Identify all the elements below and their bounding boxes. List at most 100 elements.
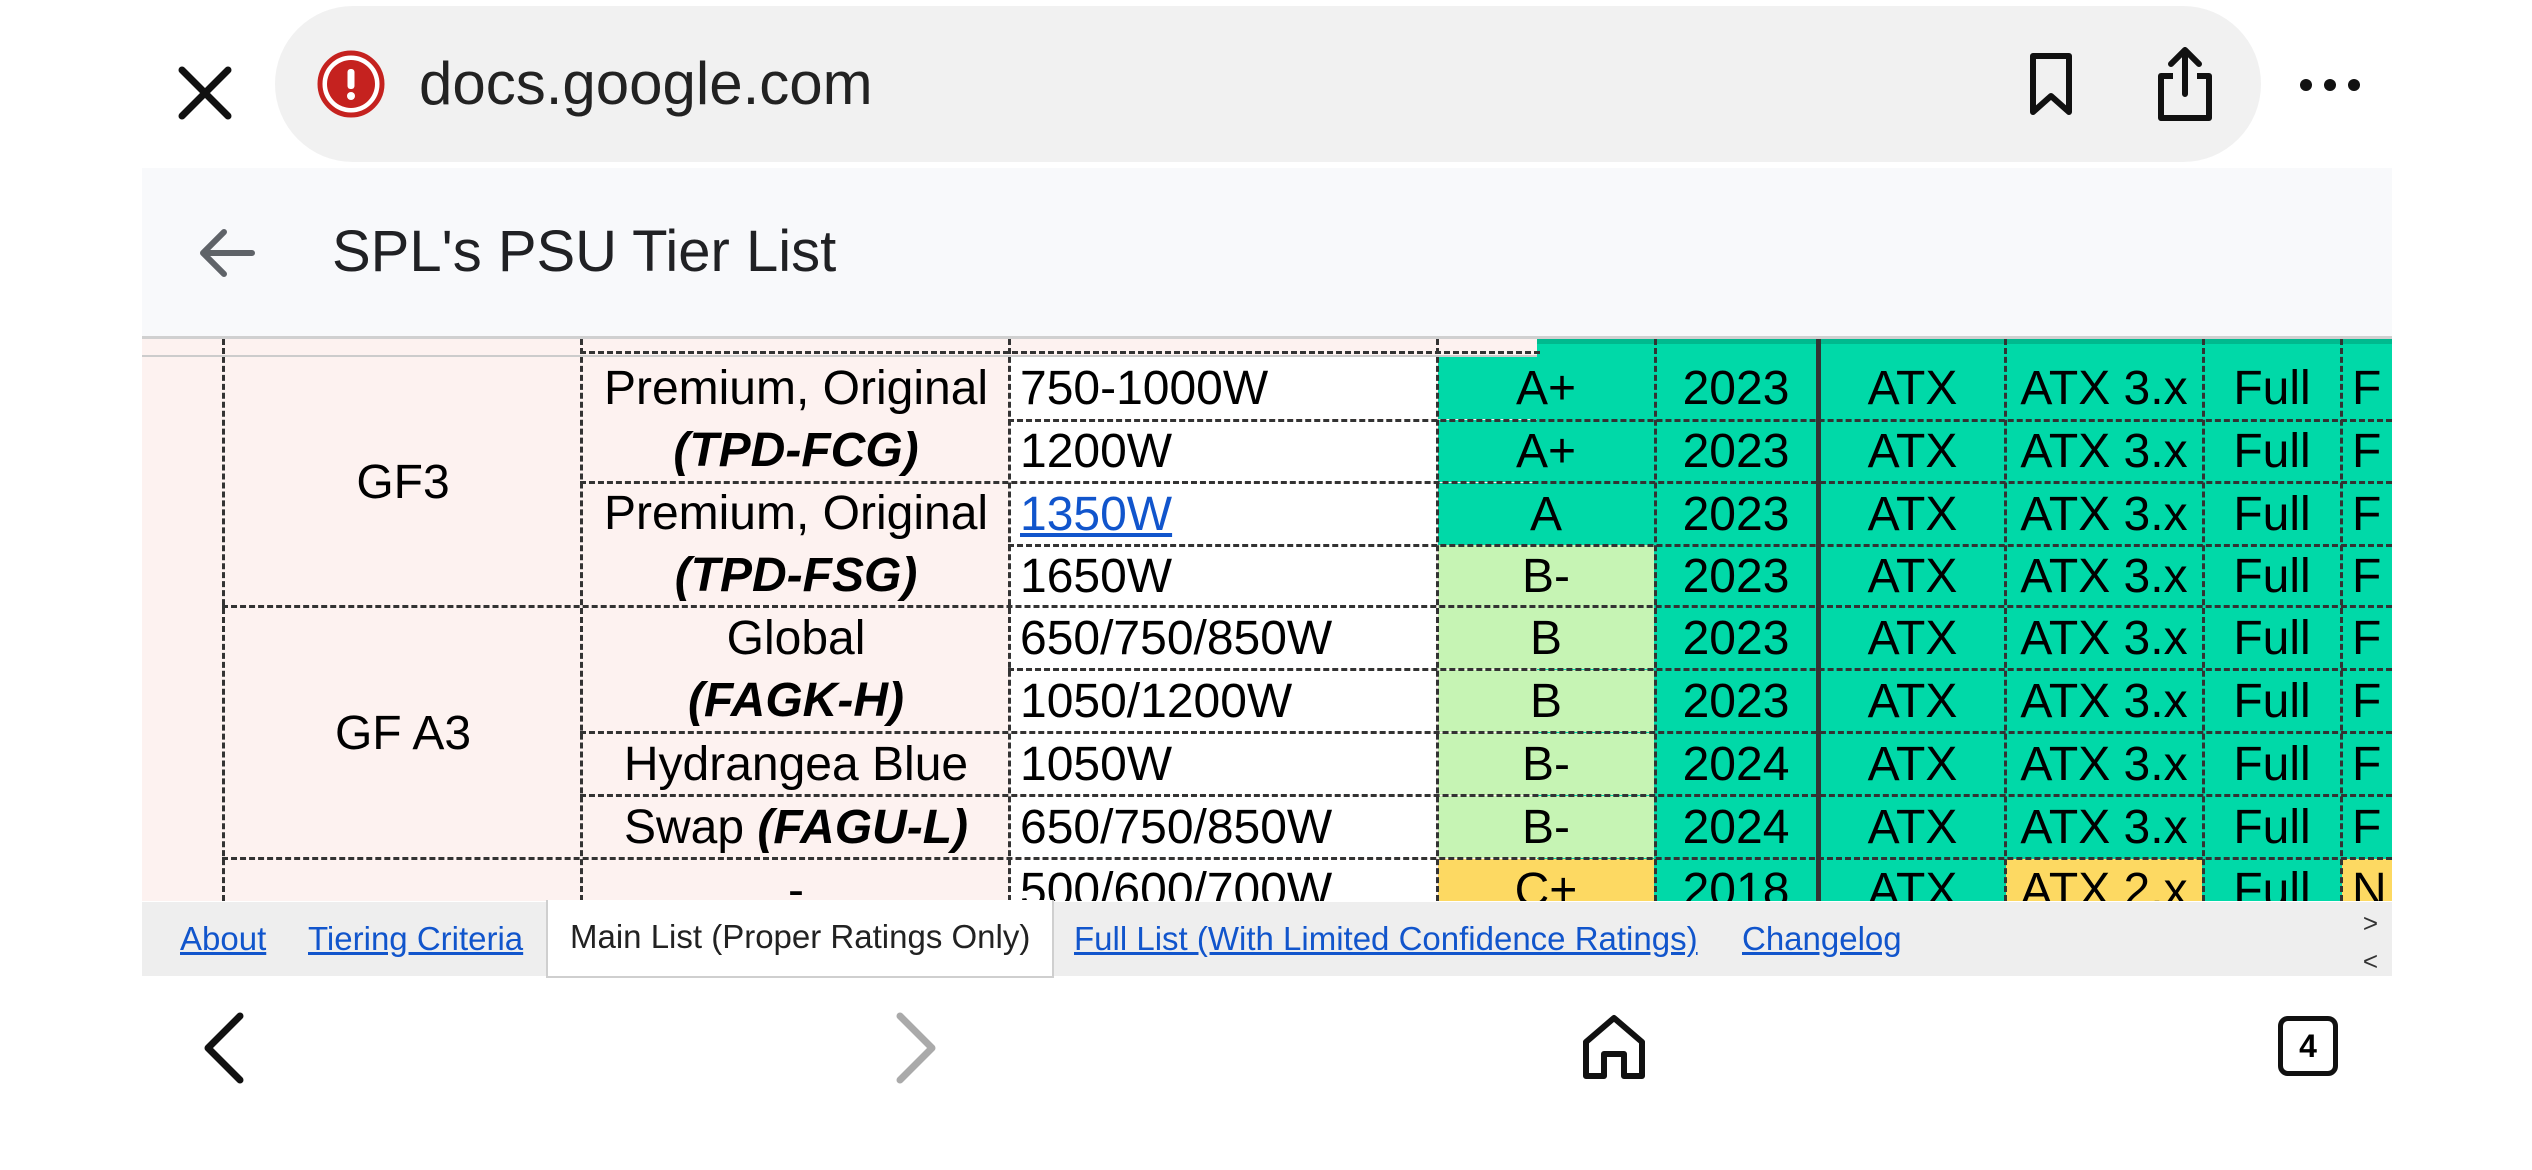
atx-cell[interactable]: ATX 3.x bbox=[2006, 607, 2202, 669]
extra-cell[interactable]: F bbox=[2342, 796, 2392, 858]
year-cell[interactable]: 2024 bbox=[1656, 733, 1816, 795]
atx-cell[interactable]: ATX 3.x bbox=[2006, 483, 2202, 545]
year-cell[interactable]: 2018 bbox=[1656, 859, 1816, 902]
year-cell[interactable]: 2023 bbox=[1656, 545, 1816, 607]
scroll-right-button[interactable]: > bbox=[2363, 908, 2378, 939]
home-icon[interactable] bbox=[1578, 1010, 1650, 1084]
mod-cell[interactable]: Full bbox=[2204, 483, 2340, 545]
wattage-cell[interactable]: 1050W bbox=[1010, 733, 1436, 795]
extra-cell[interactable]: F bbox=[2342, 420, 2392, 482]
tab-about[interactable]: About bbox=[180, 902, 266, 976]
tier-cell[interactable]: B- bbox=[1438, 733, 1654, 795]
close-tab-button[interactable] bbox=[160, 48, 250, 138]
wattage-cell[interactable]: 650/750/850W bbox=[1010, 607, 1436, 669]
back-arrow-icon[interactable] bbox=[194, 220, 260, 286]
year-cell[interactable]: 2023 bbox=[1656, 483, 1816, 545]
extra-cell[interactable]: N bbox=[2342, 859, 2392, 901]
wattage-cell[interactable]: 1200W bbox=[1010, 420, 1436, 482]
atx-cell[interactable]: ATX 3.x bbox=[2006, 733, 2202, 795]
series-cell[interactable]: Hydrangea Blue bbox=[582, 733, 1010, 796]
tab-full-list[interactable]: Full List (With Limited Confidence Ratin… bbox=[1074, 902, 1698, 976]
platform-cell[interactable]: GF3 bbox=[224, 357, 582, 607]
mod-cell[interactable]: Full bbox=[2204, 545, 2340, 607]
extra-cell[interactable]: F bbox=[2342, 670, 2392, 732]
extra-cell[interactable]: F bbox=[2342, 357, 2392, 419]
form-cell[interactable]: ATX bbox=[1821, 733, 2004, 795]
atx-cell[interactable]: ATX 3.x bbox=[2006, 545, 2202, 607]
series-cell[interactable]: Swap (FAGU-L) bbox=[582, 796, 1010, 859]
tier-cell[interactable]: B bbox=[1438, 670, 1654, 732]
form-cell[interactable]: ATX bbox=[1821, 420, 2004, 482]
tab-tiering-criteria[interactable]: Tiering Criteria bbox=[308, 902, 523, 976]
form-cell[interactable]: ATX bbox=[1821, 545, 2004, 607]
form-cell[interactable]: ATX bbox=[1821, 357, 2004, 419]
share-icon[interactable] bbox=[2145, 44, 2225, 124]
year-cell[interactable]: 2023 bbox=[1656, 670, 1816, 732]
form-cell[interactable]: ATX bbox=[1821, 796, 2004, 858]
security-warning-icon[interactable] bbox=[317, 50, 385, 118]
form-value: ATX bbox=[1867, 737, 1958, 791]
form-cell[interactable]: ATX bbox=[1821, 483, 2004, 545]
tier-cell[interactable]: B- bbox=[1438, 796, 1654, 858]
series-name: Premium, Original bbox=[603, 487, 989, 540]
tier-cell[interactable]: A+ bbox=[1438, 420, 1654, 482]
wattage-cell[interactable]: 1050/1200W bbox=[1010, 670, 1436, 732]
tier-cell[interactable]: A bbox=[1438, 483, 1654, 545]
wattage-cell[interactable]: 750-1000W bbox=[1010, 357, 1436, 419]
wattage-cell[interactable]: 650/750/850W bbox=[1010, 796, 1436, 858]
atx-cell[interactable]: ATX 3.x bbox=[2006, 357, 2202, 419]
address-bar[interactable]: docs.google.com bbox=[275, 6, 2261, 162]
bookmark-icon[interactable] bbox=[2015, 48, 2087, 120]
mod-cell[interactable]: Full bbox=[2204, 420, 2340, 482]
mod-cell[interactable]: Full bbox=[2204, 670, 2340, 732]
series-cell[interactable]: Premium, Original (TPD-FCG) bbox=[582, 357, 1010, 483]
year-cell[interactable]: 2023 bbox=[1656, 607, 1816, 669]
tab-changelog[interactable]: Changelog bbox=[1742, 902, 1902, 976]
year-cell[interactable]: 2023 bbox=[1656, 357, 1816, 419]
series-cell[interactable]: - bbox=[582, 859, 1010, 901]
year-cell[interactable]: 2024 bbox=[1656, 796, 1816, 858]
atx-cell[interactable]: ATX 3.x bbox=[2006, 796, 2202, 858]
extra-cell[interactable]: F bbox=[2342, 545, 2392, 607]
forward-icon[interactable] bbox=[880, 1008, 950, 1088]
wattage-cell[interactable]: 1650W bbox=[1010, 545, 1436, 607]
tier-cell[interactable]: A+ bbox=[1438, 357, 1654, 419]
wattage-cell[interactable]: 500/600/700W bbox=[1010, 859, 1436, 901]
mod-cell[interactable]: Full bbox=[2204, 733, 2340, 795]
wattage-value[interactable]: 1350W bbox=[1020, 487, 1172, 542]
back-icon[interactable] bbox=[190, 1008, 260, 1088]
tier-cell[interactable]: B bbox=[1438, 607, 1654, 669]
wattage-cell[interactable]: 1350W bbox=[1010, 483, 1436, 545]
mod-cell[interactable]: Full bbox=[2204, 357, 2340, 419]
extra-cell[interactable]: F bbox=[2342, 607, 2392, 669]
spreadsheet-grid[interactable]: GF3 GF A3 Premium, Original (TPD-FCG) Pr… bbox=[142, 339, 2392, 901]
extra-cell[interactable]: F bbox=[2342, 483, 2392, 545]
series-cell[interactable]: Global (FAGK-H) bbox=[582, 607, 1010, 733]
mod-cell[interactable]: Full bbox=[2204, 796, 2340, 858]
atx-cell[interactable]: ATX 3.x bbox=[2006, 420, 2202, 482]
form-cell[interactable]: ATX bbox=[1821, 859, 2004, 902]
tier-cell[interactable]: B- bbox=[1438, 545, 1654, 607]
platform-cell[interactable]: GF A3 bbox=[224, 607, 582, 859]
form-value: ATX bbox=[1867, 487, 1958, 541]
year-cell[interactable]: 2023 bbox=[1656, 420, 1816, 482]
year-value: 2023 bbox=[1682, 549, 1790, 603]
atx-cell[interactable]: ATX 3.x bbox=[2006, 670, 2202, 732]
form-cell[interactable]: ATX bbox=[1821, 670, 2004, 732]
atx-value: ATX 3.x bbox=[2020, 549, 2188, 603]
tab-switcher-button[interactable]: 4 bbox=[2278, 1016, 2338, 1076]
extra-cell[interactable]: F bbox=[2342, 733, 2392, 795]
tier-cell[interactable]: C+ bbox=[1438, 859, 1654, 901]
series-cell[interactable]: Premium, Original (TPD-FSG) bbox=[582, 483, 1010, 607]
form-cell[interactable]: ATX bbox=[1821, 607, 2004, 669]
tab-main-list[interactable]: Main List (Proper Ratings Only) bbox=[546, 900, 1055, 978]
mod-cell[interactable]: Full bbox=[2204, 859, 2340, 902]
more-options-icon[interactable] bbox=[2290, 40, 2370, 130]
year-value: 2023 bbox=[1682, 674, 1790, 728]
scroll-left-button[interactable]: < bbox=[2363, 946, 2378, 977]
atx-cell[interactable]: ATX 2.x bbox=[2006, 859, 2202, 901]
atx-value: ATX 3.x bbox=[2020, 674, 2188, 728]
url-text[interactable]: docs.google.com bbox=[419, 44, 873, 124]
series-code: (TPD-FSG) bbox=[674, 549, 918, 602]
mod-cell[interactable]: Full bbox=[2204, 607, 2340, 669]
